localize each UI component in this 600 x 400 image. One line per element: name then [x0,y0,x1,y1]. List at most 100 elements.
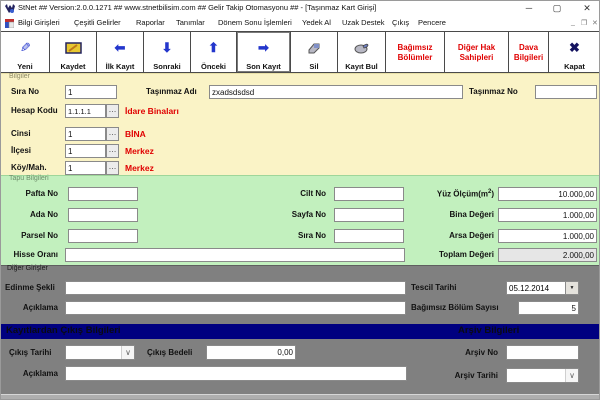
arrow-right-icon: ➡ [258,41,269,55]
bina-degeri-input[interactable] [498,208,597,222]
independent-sections-button[interactable]: Bağımsız Bölümler [386,32,445,72]
ada-no-label: Ada No [6,210,58,219]
tapu-sira-no-input[interactable] [334,229,404,243]
mdi-close-button[interactable]: ✕ [592,19,598,27]
eraser-icon [306,42,322,55]
arrow-down-icon: ⬇ [162,41,173,55]
cinsi-lookup-text: BİNA [125,129,146,139]
hisse-orani-label: Hisse Oranı [3,250,58,259]
menu-item-uzak-destek[interactable]: Uzak Destek [342,18,385,27]
cikis-aciklama-input[interactable] [65,366,407,381]
ada-no-input[interactable] [68,208,138,222]
menu-item-yedek-al[interactable]: Yedek Al [302,18,331,27]
dropdown-arrow-icon[interactable]: ▼ [565,282,578,294]
cilt-no-input[interactable] [334,187,404,201]
diger-aciklama-input[interactable] [65,301,406,315]
hesap-kodu-label: Hesap Kodu [11,106,58,115]
yuz-olcum-input[interactable] [498,187,597,201]
cikis-tarihi-combo[interactable]: ∨ [65,345,135,360]
previous-record-button[interactable]: ⬆ Önceki [191,32,237,72]
find-icon [353,42,370,55]
close-form-button[interactable]: ✖ Kapat [549,32,600,72]
lawsuit-info-button[interactable]: Dava Bilgileri [509,32,549,72]
app-window: StNet ## Version:2.0.0.1271 ## www.stnet… [0,0,600,400]
pafta-no-input[interactable] [68,187,138,201]
menu-item-cesitli-gelirler[interactable]: Çeşitli Gelirler [74,18,121,27]
parsel-no-input[interactable] [68,229,138,243]
hesap-kodu-input[interactable] [65,104,106,118]
toplam-degeri-input [498,248,597,262]
other-rights-holders-button[interactable]: Diğer Hak Sahipleri [445,32,509,72]
ilcesi-label: İlçesi [11,146,31,155]
menu-item-bilgi-girisleri[interactable]: Bilgi Girişleri [18,18,60,27]
sira-no-label: Sıra No [11,87,39,96]
tapu-sira-no-label: Sıra No [271,231,326,240]
chevron-down-icon[interactable]: ∨ [565,369,578,382]
menu-item-donem-sonu[interactable]: Dönem Sonu İşlemleri [218,18,292,27]
cinsi-label: Cinsi [11,129,31,138]
toplam-degeri-label: Toplam Değeri [406,250,494,259]
koymah-label: Köy/Mah. [11,163,47,172]
menu-item-cikis[interactable]: Çıkış [392,18,409,27]
arsiv-tarihi-combo[interactable]: ∨ [506,368,579,383]
hisse-orani-input[interactable] [65,248,405,262]
diger-aciklama-label: Açıklama [3,303,58,312]
koymah-input[interactable] [65,161,106,175]
find-record-button[interactable]: Kayıt Bul [338,32,386,72]
maximize-button[interactable]: ▢ [546,1,568,16]
ilcesi-browse-button[interactable]: … [106,144,119,158]
bagimsiz-bolum-label: Bağımsız Bölüm Sayısı [411,303,499,312]
arsa-degeri-label: Arsa Değeri [406,231,494,240]
tasinmaz-no-input[interactable] [535,85,597,99]
menu-bar: Bilgi Girişleri Çeşitli Gelirler Raporla… [1,16,600,31]
next-record-button[interactable]: ⬇ Sonraki [144,32,191,72]
window-title: StNet ## Version:2.0.0.1271 ## www.stnet… [18,3,376,12]
sayfa-no-input[interactable] [334,208,404,222]
hesap-kodu-lookup-text: İdare Binaları [125,106,179,116]
new-button[interactable]: ✎ Yeni [1,32,50,72]
cilt-no-label: Cilt No [271,189,326,198]
cinsi-input[interactable] [65,127,106,141]
save-button[interactable]: Kaydet [50,32,97,72]
last-record-button[interactable]: ➡ Son Kayıt [237,32,291,72]
yuz-olcum-label: Yüz Ölçüm(m2) [406,189,494,199]
chevron-down-icon[interactable]: ∨ [121,346,134,359]
bilgiler-group-label: Bilgiler [9,73,30,80]
app-icon [5,4,15,14]
ilcesi-lookup-text: Merkez [125,146,154,156]
minimize-button[interactable]: ─ [518,1,540,16]
edinme-sekli-input[interactable] [65,281,406,295]
sira-no-input[interactable] [65,85,117,99]
edinme-sekli-label: Edinme Şekli [5,283,55,292]
koymah-browse-button[interactable]: … [106,161,119,175]
cikis-aciklama-label: Açıklama [3,369,58,378]
cinsi-browse-button[interactable]: … [106,127,119,141]
toolbar: ✎ Yeni Kaydet ⬅ İlk Kayıt ⬇ Sonraki ⬆ Ön… [1,31,600,73]
tescil-tarihi-combo[interactable]: 05.12.2014 ▼ [506,281,579,295]
ilcesi-input[interactable] [65,144,106,158]
menu-item-raporlar[interactable]: Raporlar [136,18,165,27]
cikis-bedeli-label: Çıkış Bedeli [147,348,192,357]
koymah-lookup-text: Merkez [125,163,154,173]
pencil-icon: ✎ [20,41,31,55]
delete-button[interactable]: Sil [291,32,338,72]
tasinmaz-no-label: Taşınmaz No [469,87,518,96]
arsiv-no-input[interactable] [506,345,579,360]
title-bar: StNet ## Version:2.0.0.1271 ## www.stnet… [1,1,600,16]
mdi-restore-button[interactable]: ❐ [581,19,587,27]
menu-item-tanimlar[interactable]: Tanımlar [176,18,205,27]
mdi-minimize-button[interactable]: _ [571,19,575,26]
tescil-tarihi-label: Tescil Tarihi [411,283,457,292]
close-button[interactable]: ✕ [576,1,598,16]
hesap-kodu-browse-button[interactable]: … [106,104,119,118]
bina-degeri-label: Bina Değeri [406,210,494,219]
parsel-no-label: Parsel No [6,231,58,240]
menu-item-pencere[interactable]: Pencere [418,18,446,27]
bagimsiz-bolum-input[interactable] [518,301,579,315]
section-header-bar: Kayıtlardan Çıkış Bilgileri Arşiv Bilgil… [1,324,600,339]
tasinmaz-adi-label: Taşınmaz Adı [146,87,197,96]
first-record-button[interactable]: ⬅ İlk Kayıt [97,32,144,72]
tasinmaz-adi-input[interactable] [209,85,463,99]
cikis-bedeli-input[interactable] [206,345,296,360]
arsa-degeri-input[interactable] [498,229,597,243]
